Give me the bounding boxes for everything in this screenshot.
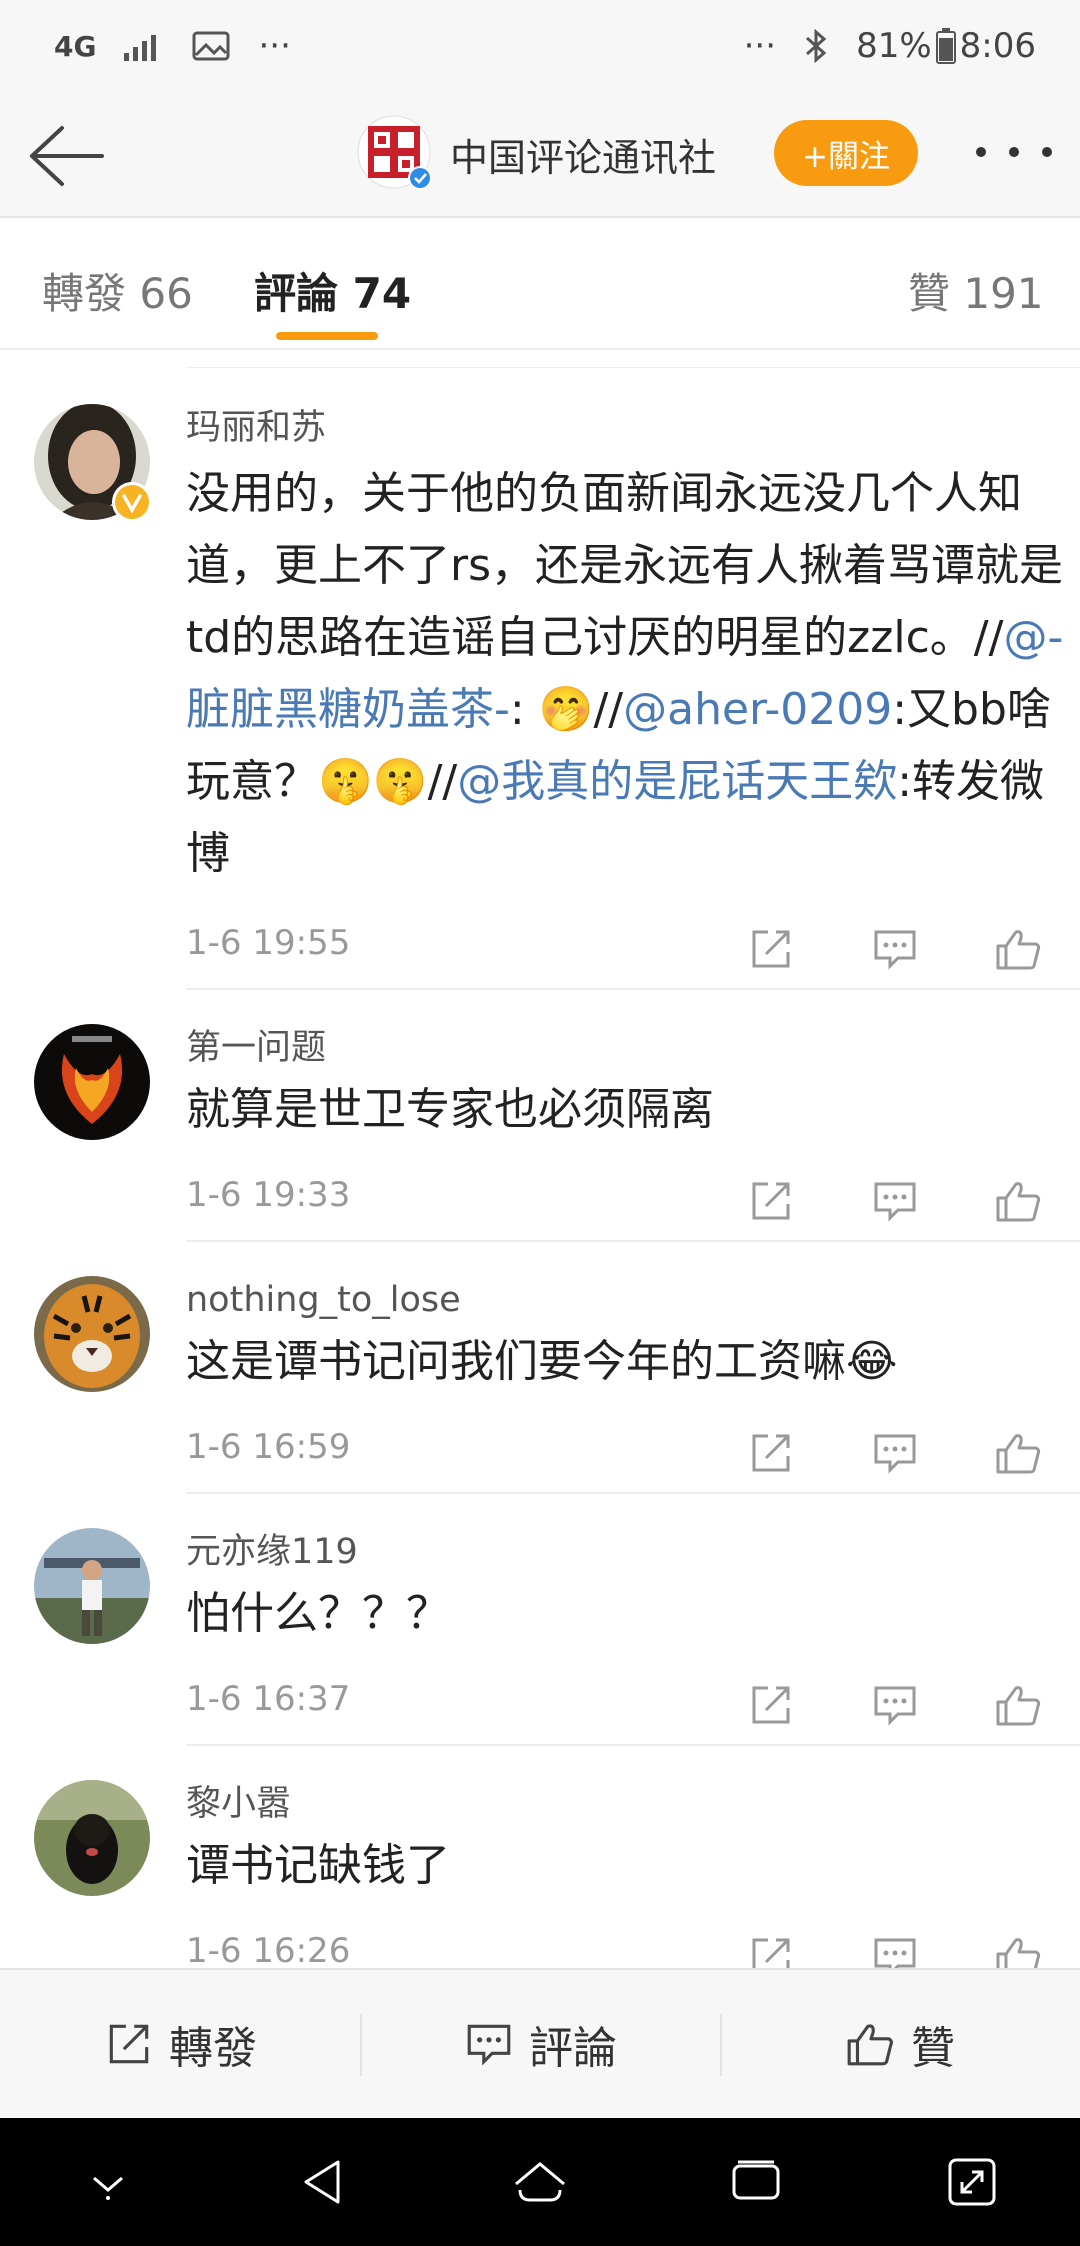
comment-username[interactable]: 玛丽和苏 [186,404,1080,452]
share-icon[interactable] [746,1926,796,1968]
comment-text: 谭书记缺钱了 [186,1840,450,1891]
recents-icon[interactable] [724,2150,788,2214]
thumbs-up-icon[interactable] [994,1926,1044,1968]
tab-repost[interactable]: 轉發 66 [42,260,193,321]
mention-link[interactable]: @aher-0209 [623,684,892,735]
comment-username[interactable]: 黎小嚣 [186,1780,1080,1828]
comment-text: 怕什么？？？ [186,1588,450,1639]
image-icon [192,31,230,61]
tab-bar: 轉發 66 評論 74 贊 191 [0,220,1080,350]
comment-icon[interactable] [870,1926,920,1968]
comment-item: 玛丽和苏 没用的，关于他的负面新闻永远没几个人知道，更上不了rs，还是永远有人揪… [34,368,1080,990]
comment-list[interactable]: 玛丽和苏 没用的，关于他的负面新闻永远没几个人知道，更上不了rs，还是永远有人揪… [0,352,1080,1968]
top-nav-bar: 中国评论通讯社 +關注 [0,92,1080,218]
comment-username[interactable]: nothing_to_lose [186,1276,1080,1324]
back-triangle-icon[interactable] [292,2150,356,2214]
thumbs-up-icon [847,2024,894,2066]
share-icon[interactable] [746,1674,796,1724]
avatar[interactable] [34,1276,150,1392]
repost-label: 轉發 [169,2023,257,2074]
status-dots-right: ··· [743,26,777,66]
bluetooth-icon [804,29,828,63]
verified-badge-icon [112,482,152,522]
mention-link[interactable]: @我真的是屁话天王欸 [457,756,897,807]
expand-icon[interactable] [940,2150,1004,2214]
comment-icon[interactable] [870,1674,920,1726]
follow-button[interactable]: +關注 [774,120,918,186]
back-arrow-icon[interactable] [26,118,106,194]
tab-like[interactable]: 贊 191 [908,260,1044,321]
comment-time: 1-6 19:55 [186,923,351,963]
thumbs-up-icon[interactable] [994,1422,1044,1474]
comment-text-part: : 🤭// [509,684,624,735]
comment-icon[interactable] [870,918,920,970]
share-icon[interactable] [746,918,796,968]
comment-button[interactable]: 評論 [360,1970,720,2118]
chevron-down-icon[interactable] [76,2150,140,2214]
thumbs-up-icon[interactable] [994,918,1044,970]
like-label: 贊 [911,2023,955,2074]
comment-item: nothing_to_lose 这是谭书记问我们要今年的工资嘛😂 1-6 16:… [34,1242,1080,1494]
like-button[interactable]: 贊 [720,1970,1080,2118]
comment-icon[interactable] [870,1422,920,1474]
account-header[interactable]: 中国评论通讯社 [356,114,716,194]
comment-time: 1-6 16:59 [186,1427,351,1467]
comment-text: 这是谭书记问我们要今年的工资嘛😂 [186,1336,898,1387]
tab-comment[interactable]: 評論 74 [254,260,411,321]
repost-button[interactable]: 轉發 [0,1970,360,2118]
comment-username[interactable]: 第一问题 [186,1024,1080,1072]
comment-time: 1-6 16:26 [186,1931,351,1968]
avatar[interactable] [34,1024,150,1140]
comment-username[interactable]: 元亦缘119 [186,1528,1080,1576]
share-icon[interactable] [746,1422,796,1472]
bottom-action-bar: 轉發 評論 贊 [0,1968,1080,2118]
network-label: 4G [54,29,97,63]
comment-item: 第一问题 就算是世卫专家也必须隔离 1-6 19:33 [34,990,1080,1242]
thumbs-up-icon[interactable] [994,1170,1044,1222]
system-nav-bar [0,2118,1080,2246]
avatar[interactable] [34,1780,150,1896]
status-dots-left: ··· [258,26,291,66]
account-name[interactable]: 中国评论通讯社 [450,127,716,182]
active-tab-indicator [276,332,378,340]
comment-item: 黎小嚣 谭书记缺钱了 1-6 16:26 [34,1746,1080,1968]
share-icon[interactable] [746,1170,796,1220]
comment-icon [467,2024,511,2066]
comment-item: 元亦缘119 怕什么？？？ 1-6 16:37 [34,1494,1080,1746]
comment-time: 1-6 16:37 [186,1679,351,1719]
clock: 8:06 [959,26,1036,66]
comment-label: 評論 [529,2023,617,2074]
more-icon[interactable] [976,132,1052,172]
comment-text: 就算是世卫专家也必须隔离 [186,1084,714,1135]
comment-text-part: 没用的，关于他的负面新闻永远没几个人知道，更上不了rs，还是永远有人揪着骂谭就是… [186,468,1064,663]
thumbs-up-icon[interactable] [994,1674,1044,1726]
signal-icon [124,31,164,61]
comment-time: 1-6 19:33 [186,1175,351,1215]
battery-icon [935,28,956,64]
status-bar: 4G ··· ··· 81% 8:06 [0,0,1080,92]
battery-percent: 81% [856,26,932,66]
avatar[interactable] [34,1528,150,1644]
account-avatar[interactable] [356,114,436,194]
comment-text: 没用的，关于他的负面新闻永远没几个人知道，更上不了rs，还是永远有人揪着骂谭就是… [186,458,1066,890]
comment-icon[interactable] [870,1170,920,1222]
share-icon [109,2024,149,2064]
home-icon[interactable] [508,2150,572,2214]
